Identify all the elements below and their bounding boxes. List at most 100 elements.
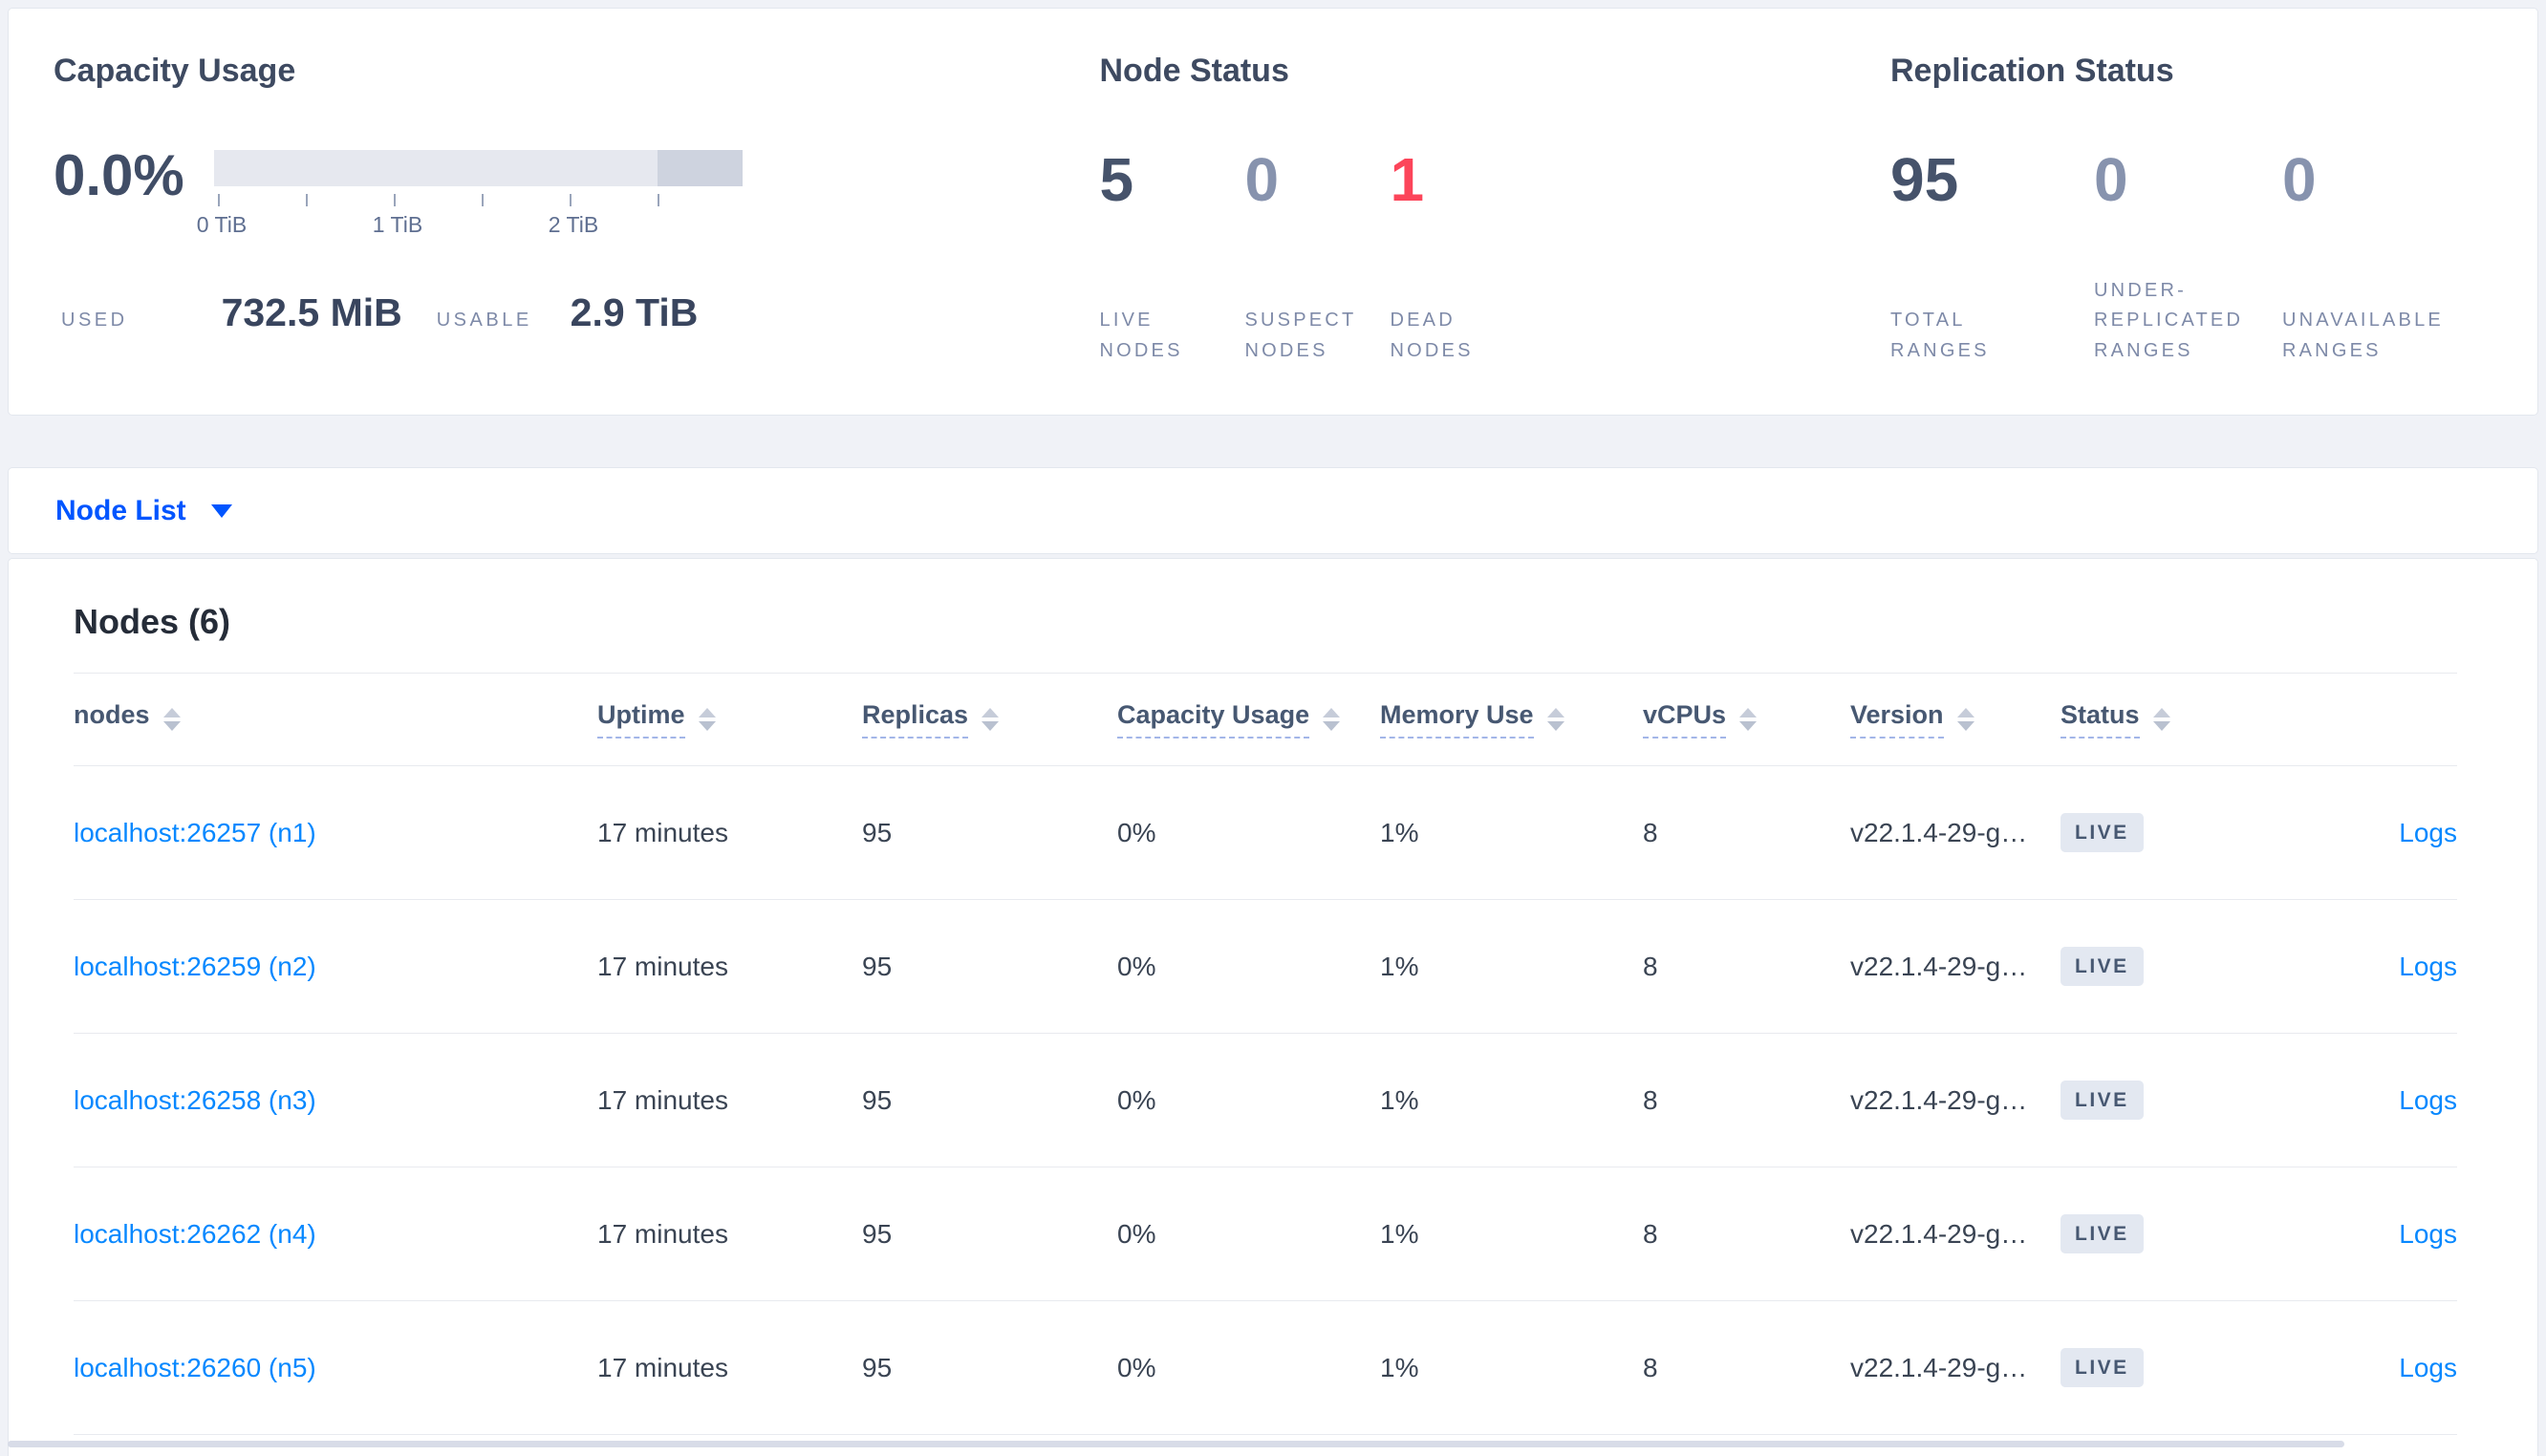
column-header-capacity-usage[interactable]: Capacity Usage (1117, 673, 1380, 767)
replicas-cell: 95 (862, 1167, 1117, 1302)
node-list-dropdown[interactable]: Node List (55, 495, 232, 527)
capacity-axis-labels: 0 TiB 1 TiB 2 TiB (197, 212, 743, 241)
capacity-usage-cell: 0% (1117, 899, 1380, 1035)
table-row: localhost:26258 (n3) 17 minutes 95 0% 1%… (74, 1033, 2457, 1168)
column-header-memory-use[interactable]: Memory Use (1380, 673, 1643, 767)
status-badge: LIVE (2061, 1081, 2144, 1121)
sort-icon (162, 708, 181, 732)
used-value: 732.5 MiB (221, 290, 402, 334)
tick-label-2: 2 TiB (548, 212, 599, 237)
status-badge: LIVE (2061, 947, 2144, 987)
sort-icon (1739, 708, 1758, 732)
vcpus-cell: 8 (1643, 1300, 1850, 1436)
capacity-bar-other-segment (658, 150, 743, 186)
dead-nodes-label: DEAD NODES (1390, 310, 1474, 361)
sort-icon (1323, 708, 1341, 732)
vcpus-cell: 8 (1643, 899, 1850, 1035)
used-label: USED (61, 310, 128, 331)
replication-labels: TOTAL RANGES UNDER-REPLICATED RANGES UNA… (1890, 272, 2492, 366)
memory-use-cell: 1% (1380, 1167, 1643, 1302)
capacity-usage-title: Capacity Usage (54, 53, 296, 89)
capacity-usage-chart: 0.0% 0 TiB 1 TiB 2 TiB (54, 144, 1100, 241)
sort-icon (1956, 708, 1974, 732)
status-badge: LIVE (2061, 1348, 2144, 1388)
cluster-overview-page: Capacity Usage 0.0% 0 TiB 1 TiB 2 TiB US… (0, 0, 2546, 1456)
capacity-usage-cell: 0% (1117, 1033, 1380, 1168)
memory-use-cell: 1% (1380, 899, 1643, 1035)
logs-link[interactable]: Logs (2399, 952, 2457, 981)
cluster-summary-panel: Capacity Usage 0.0% 0 TiB 1 TiB 2 TiB US… (8, 8, 2538, 416)
table-row: localhost:26262 (n4) 17 minutes 95 0% 1%… (74, 1167, 2457, 1302)
live-nodes-count: 5 (1099, 145, 1134, 214)
total-ranges-count: 95 (1890, 145, 1959, 214)
usable-value: 2.9 TiB (570, 290, 699, 334)
table-row: localhost:26257 (n1) 17 minutes 95 0% 1%… (74, 765, 2457, 901)
logs-link[interactable]: Logs (2399, 818, 2457, 847)
vcpus-cell: 8 (1643, 765, 1850, 901)
under-replicated-ranges-count: 0 (2094, 145, 2128, 214)
logs-link[interactable]: Logs (2399, 1085, 2457, 1115)
uptime-cell: 17 minutes (597, 765, 862, 901)
uptime-cell: 17 minutes (597, 1033, 862, 1168)
capacity-axis-ticks (214, 192, 743, 209)
capacity-bar-track (214, 150, 743, 186)
suspect-nodes-label: SUSPECT NODES (1244, 310, 1357, 361)
node-status-values: 5 0 1 (1100, 146, 1891, 213)
column-header-version[interactable]: Version (1850, 673, 2061, 767)
version-cell: v22.1.4-29-g… (1850, 1033, 2061, 1168)
replicas-cell: 95 (862, 899, 1117, 1035)
tick-label-0: 0 TiB (196, 212, 248, 237)
total-ranges-label: TOTAL RANGES (1890, 310, 1990, 361)
view-selector-bar: Node List (8, 467, 2538, 554)
node-link[interactable]: localhost:26262 (n4) (74, 1219, 316, 1249)
column-header-vcpus[interactable]: vCPUs (1643, 673, 1850, 767)
replication-status-section: Replication Status 95 0 0 TOTAL RANGES U… (1890, 54, 2492, 415)
unavailable-ranges-label: UNAVAILABLE RANGES (2282, 310, 2444, 361)
column-header-uptime[interactable]: Uptime (597, 673, 862, 767)
tick-label-1: 1 TiB (372, 212, 423, 237)
node-link[interactable]: localhost:26259 (n2) (74, 952, 316, 981)
node-status-title: Node Status (1099, 53, 1289, 89)
nodes-table: nodes Uptime Replicas Capacity Usage Mem… (74, 673, 2457, 1436)
sort-icon (2152, 708, 2170, 732)
status-badge: LIVE (2061, 813, 2144, 853)
capacity-bar-chart: 0 TiB 1 TiB 2 TiB (197, 150, 743, 241)
logs-link[interactable]: Logs (2399, 1353, 2457, 1382)
live-nodes-label: LIVE NODES (1099, 310, 1183, 361)
column-header-replicas[interactable]: Replicas (862, 673, 1117, 767)
replicas-cell: 95 (862, 1033, 1117, 1168)
table-row: localhost:26260 (n5) 17 minutes 95 0% 1%… (74, 1300, 2457, 1436)
sort-icon (1546, 708, 1564, 732)
replication-values: 95 0 0 (1890, 146, 2492, 213)
uptime-cell: 17 minutes (597, 1300, 862, 1436)
node-status-section: Node Status 5 0 1 LIVE NODES SUSPECT NOD… (1100, 54, 1891, 415)
vcpus-cell: 8 (1643, 1033, 1850, 1168)
node-list-dropdown-label: Node List (55, 494, 186, 526)
replicas-cell: 95 (862, 1300, 1117, 1436)
replicas-cell: 95 (862, 765, 1117, 901)
status-badge: LIVE (2061, 1214, 2144, 1254)
unavailable-ranges-count: 0 (2282, 145, 2317, 214)
capacity-used-usable-row: USED 732.5 MiB USABLE 2.9 TiB (54, 290, 1100, 335)
replication-status-title: Replication Status (1890, 53, 2174, 89)
memory-use-cell: 1% (1380, 765, 1643, 901)
horizontal-scrollbar[interactable] (8, 1441, 2344, 1447)
column-header-nodes[interactable]: nodes (74, 673, 597, 767)
node-link[interactable]: localhost:26258 (n3) (74, 1085, 316, 1115)
uptime-cell: 17 minutes (597, 899, 862, 1035)
column-header-status[interactable]: Status (2061, 673, 2271, 767)
node-link[interactable]: localhost:26257 (n1) (74, 818, 316, 847)
version-cell: v22.1.4-29-g… (1850, 1300, 2061, 1436)
dead-nodes-count: 1 (1390, 145, 1425, 214)
version-cell: v22.1.4-29-g… (1850, 1167, 2061, 1302)
version-cell: v22.1.4-29-g… (1850, 899, 2061, 1035)
node-link[interactable]: localhost:26260 (n5) (74, 1353, 316, 1382)
capacity-usage-cell: 0% (1117, 1167, 1380, 1302)
vcpus-cell: 8 (1643, 1167, 1850, 1302)
version-cell: v22.1.4-29-g… (1850, 765, 2061, 901)
suspect-nodes-count: 0 (1244, 145, 1280, 214)
node-status-labels: LIVE NODES SUSPECT NODES DEAD NODES (1100, 272, 1891, 366)
sort-icon (982, 708, 1000, 732)
logs-link[interactable]: Logs (2399, 1219, 2457, 1249)
sort-icon (698, 708, 716, 732)
